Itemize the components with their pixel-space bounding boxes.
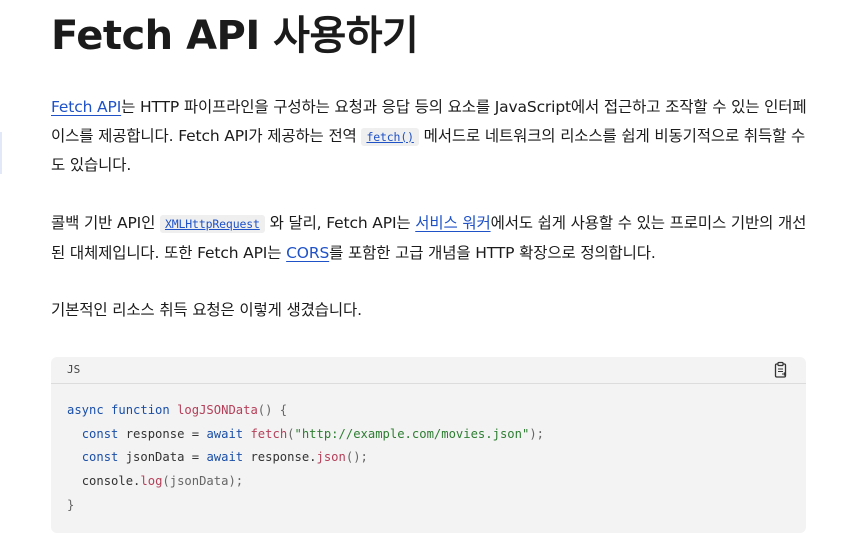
code-punctuation: ); xyxy=(529,426,544,441)
code-punctuation: (); xyxy=(345,450,368,465)
code-line-2: const response = await fetch("http://exa… xyxy=(67,427,544,441)
fetch-method-link[interactable]: fetch() xyxy=(366,130,414,144)
code-punctuation: } xyxy=(67,497,75,512)
code-content: async function logJSONData() { const res… xyxy=(67,399,544,518)
service-worker-link[interactable]: 서비스 워커 xyxy=(415,214,490,232)
fetch-api-link[interactable]: Fetch API xyxy=(51,98,121,116)
intro-paragraph: Fetch API는 HTTP 파이프라인을 구성하는 요청과 응답 등의 요소… xyxy=(51,93,807,180)
keyword-const: const xyxy=(81,450,119,465)
code-punctuation: ( xyxy=(287,426,295,441)
comparison-text-b: 와 달리, Fetch API는 xyxy=(264,214,416,232)
cors-link[interactable]: CORS xyxy=(286,244,329,262)
code-variable: jsonData = xyxy=(118,450,207,465)
code-line-4: console.log(jsonData); xyxy=(67,474,243,488)
keyword-function: function xyxy=(111,403,170,417)
fetch-code-ref: fetch() xyxy=(361,127,419,146)
keyword-await: await xyxy=(206,450,244,465)
function-name: logJSONData xyxy=(177,403,258,417)
code-example: JS async function logJSONData() { const … xyxy=(51,357,806,533)
xhr-code-ref: XMLHttpRequest xyxy=(159,215,265,233)
comparison-text-d: 를 포함한 고급 개념을 HTTP 확장으로 정의합니다. xyxy=(329,243,656,262)
code-variable: response = xyxy=(118,426,207,441)
comparison-paragraph: 콜백 기반 API인 XMLHttpRequest 와 달리, Fetch AP… xyxy=(51,209,807,267)
code-language-label: JS xyxy=(67,363,81,376)
function-call: fetch xyxy=(250,426,288,441)
code-line-1: async function logJSONData() { xyxy=(67,403,287,417)
code-string: "http://example.com/movies.json" xyxy=(294,426,530,441)
copy-icon-graphic xyxy=(774,361,787,378)
page-title: Fetch API 사용하기 xyxy=(51,13,419,59)
code-header: JS xyxy=(51,357,806,384)
code-line-5: } xyxy=(67,498,74,512)
function-call: json xyxy=(316,450,346,465)
code-punctuation: () { xyxy=(257,403,288,417)
clipboard-copy-icon[interactable] xyxy=(772,361,790,379)
keyword-async: async xyxy=(67,403,104,417)
xmlhttprequest-link[interactable]: XMLHttpRequest xyxy=(165,217,260,231)
keyword-await: await xyxy=(206,426,244,441)
code-punctuation: (jsonData); xyxy=(162,474,244,489)
basic-request-paragraph: 기본적인 리소스 취득 요청은 이렇게 생겼습니다. xyxy=(51,301,362,319)
code-object: console. xyxy=(81,474,141,489)
code-line-3: const jsonData = await response.json(); xyxy=(67,450,368,464)
keyword-const: const xyxy=(81,426,119,441)
left-edge-marker xyxy=(0,132,2,174)
code-object: response. xyxy=(243,450,317,465)
function-call: log xyxy=(140,474,163,489)
comparison-text-a: 콜백 기반 API인 xyxy=(51,214,160,232)
